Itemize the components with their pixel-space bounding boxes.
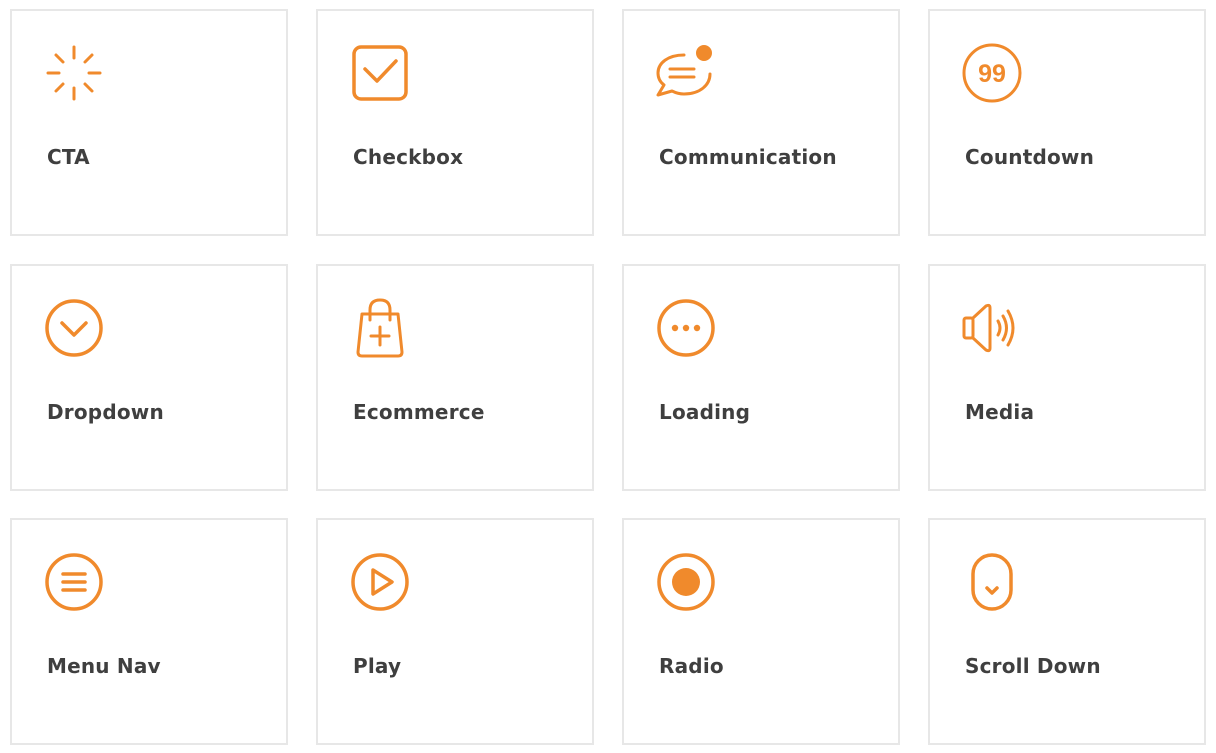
countdown-99-icon: 99: [960, 41, 1024, 105]
card-menu-nav[interactable]: Menu Nav: [10, 518, 288, 745]
card-label: Countdown: [965, 145, 1095, 169]
card-label: Loading: [659, 400, 751, 424]
chat-bubble-icon: [654, 41, 718, 105]
shopping-bag-icon: [348, 296, 412, 360]
card-label: CTA: [47, 145, 90, 169]
card-communication[interactable]: Communication: [622, 9, 900, 236]
card-label: Dropdown: [47, 400, 164, 424]
card-ecommerce[interactable]: Ecommerce: [316, 264, 594, 491]
card-radio[interactable]: Radio: [622, 518, 900, 745]
card-checkbox[interactable]: Checkbox: [316, 9, 594, 236]
chevron-circle-icon: [42, 296, 106, 360]
card-countdown[interactable]: 99 Countdown: [928, 9, 1206, 236]
card-label: Menu Nav: [47, 654, 161, 678]
card-label: Communication: [659, 145, 837, 169]
card-dropdown[interactable]: Dropdown: [10, 264, 288, 491]
card-label: Checkbox: [353, 145, 464, 169]
play-icon: [348, 550, 412, 614]
cta-burst-icon: [42, 41, 106, 105]
card-play[interactable]: Play: [316, 518, 594, 745]
menu-lines-icon: [42, 550, 106, 614]
icon-category-grid: CTA Checkbox Communication 99 Countdown …: [0, 0, 1216, 753]
loading-dots-icon: [654, 296, 718, 360]
card-loading[interactable]: Loading: [622, 264, 900, 491]
card-label: Radio: [659, 654, 724, 678]
svg-text:99: 99: [978, 60, 1006, 88]
card-media[interactable]: Media: [928, 264, 1206, 491]
card-cta[interactable]: CTA: [10, 9, 288, 236]
scroll-down-icon: [960, 550, 1024, 614]
card-scroll-down[interactable]: Scroll Down: [928, 518, 1206, 745]
speaker-icon: [960, 296, 1024, 360]
card-label: Scroll Down: [965, 654, 1101, 678]
card-label: Media: [965, 400, 1035, 424]
checkbox-icon: [348, 41, 412, 105]
radio-icon: [654, 550, 718, 614]
card-label: Play: [353, 654, 402, 678]
card-label: Ecommerce: [353, 400, 485, 424]
